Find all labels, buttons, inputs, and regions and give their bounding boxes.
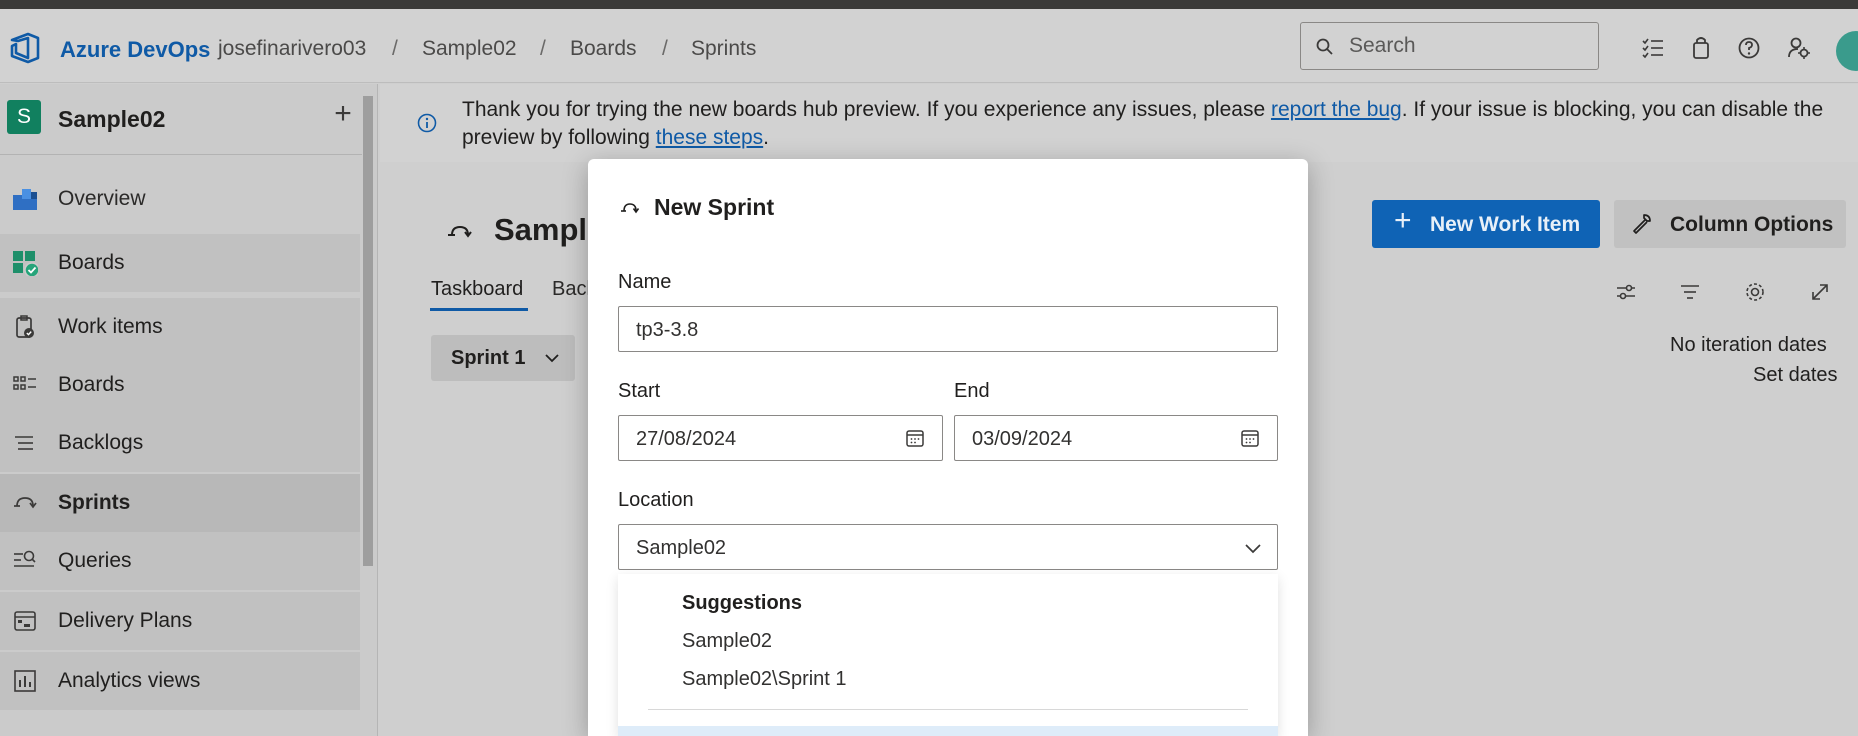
help-icon[interactable]	[1736, 35, 1762, 61]
new-sprint-dialog: New Sprint Name Start End Location Sugge…	[588, 159, 1308, 736]
user-settings-icon[interactable]	[1786, 35, 1812, 61]
sidebar-item-queries[interactable]: Queries	[0, 532, 360, 590]
breadcrumb-sprints[interactable]: Sprints	[691, 37, 756, 61]
sprint-picker[interactable]: Sprint 1	[431, 335, 575, 381]
sprint-picker-label: Sprint 1	[451, 347, 526, 369]
banner-message: Thank you for trying the new boards hub …	[462, 98, 1824, 149]
breadcrumb-organization[interactable]: josefinarivero03	[218, 37, 366, 61]
expand-icon[interactable]	[1808, 280, 1832, 304]
azure-devops-logo-icon[interactable]	[8, 31, 42, 65]
filter-icon[interactable]	[1678, 280, 1702, 304]
analytics-icon	[14, 670, 36, 692]
suggestion-option[interactable]: Sample02\Sprint 1	[682, 668, 847, 691]
location-combobox[interactable]	[618, 524, 1278, 570]
info-icon	[417, 113, 437, 133]
start-label: Start	[618, 380, 661, 402]
sidebar-item-label: Analytics views	[58, 669, 201, 692]
breadcrumb-project[interactable]: Sample02	[422, 37, 517, 61]
sidebar-item-label: Overview	[58, 187, 146, 210]
sliders-icon[interactable]	[1614, 280, 1638, 304]
sprints-icon	[14, 497, 37, 509]
location-input[interactable]	[636, 535, 1216, 561]
chevron-down-icon	[545, 354, 559, 363]
search-input[interactable]	[1349, 32, 1579, 60]
work-items-icon	[16, 315, 34, 338]
avatar[interactable]	[1836, 31, 1858, 71]
preview-banner: Thank you for trying the new boards hub …	[380, 84, 1858, 162]
end-date-field[interactable]	[954, 415, 1278, 461]
start-date-field[interactable]	[618, 415, 943, 461]
name-field[interactable]	[618, 306, 1278, 352]
sidebar-scrollbar-thumb[interactable]	[363, 96, 373, 566]
breadcrumb-separator: /	[392, 37, 398, 60]
top-bar: Azure DevOps josefinarivero03 / Sample02…	[0, 9, 1858, 83]
new-work-item-button[interactable]: + New Work Item	[1372, 200, 1600, 248]
task-list-icon[interactable]	[1640, 35, 1666, 61]
sprints-icon	[621, 203, 640, 214]
start-date-input[interactable]	[636, 426, 886, 452]
calendar-icon[interactable]	[905, 428, 925, 448]
add-icon[interactable]: +	[328, 99, 358, 130]
active-tab-indicator	[430, 308, 528, 311]
suggestion-option[interactable]: Sample02	[682, 630, 772, 653]
divider	[648, 709, 1248, 710]
new-work-item-label: New Work Item	[1430, 213, 1581, 236]
delivery-plans-icon	[14, 611, 36, 631]
tab-taskboard[interactable]: Taskboard	[431, 278, 523, 301]
window-top-strip	[0, 0, 1858, 9]
plus-icon: +	[1394, 204, 1412, 237]
wrench-icon	[1633, 214, 1651, 234]
dialog-title: New Sprint	[654, 194, 775, 220]
sidebar-item-overview[interactable]: Overview	[0, 170, 360, 228]
backlogs-icon	[15, 436, 33, 450]
boards-icon	[13, 376, 36, 390]
sidebar-item-backlogs[interactable]: Backlogs	[0, 414, 360, 472]
name-input[interactable]	[636, 317, 1256, 343]
breadcrumb-separator: /	[662, 37, 668, 60]
sidebar-item-analytics-views[interactable]: Analytics views	[0, 652, 360, 710]
sidebar-item-label: Queries	[58, 549, 132, 572]
end-label: End	[954, 380, 990, 402]
column-options-label: Column Options	[1670, 213, 1834, 236]
calendar-icon[interactable]	[1240, 428, 1260, 448]
brand-name[interactable]: Azure DevOps	[60, 37, 210, 63]
sidebar-item-work-items[interactable]: Work items	[0, 298, 360, 356]
report-bug-link[interactable]: report the bug	[1271, 98, 1402, 121]
these-steps-link[interactable]: these steps	[656, 126, 763, 149]
sidebar-item-boards[interactable]: Boards	[0, 356, 360, 414]
search-icon	[1316, 38, 1333, 55]
shopping-bag-icon[interactable]	[1688, 35, 1714, 61]
boards-hub-icon	[13, 251, 38, 276]
chevron-down-icon[interactable]	[1243, 538, 1263, 558]
divider	[0, 154, 362, 155]
sidebar-item-label: Sprints	[58, 491, 131, 514]
left-navigation: S Sample02 + Overview Boards Work items	[0, 84, 378, 736]
search-box[interactable]	[1300, 22, 1599, 70]
breadcrumb-boards[interactable]: Boards	[570, 37, 637, 61]
no-iteration-dates-text: No iteration dates	[1670, 334, 1827, 356]
highlighted-option[interactable]	[618, 726, 1278, 736]
location-label: Location	[618, 489, 694, 511]
sidebar-item-label: Delivery Plans	[58, 609, 193, 632]
suggestions-heading: Suggestions	[682, 592, 803, 614]
sidebar-item-label: Backlogs	[58, 431, 144, 454]
project-name[interactable]: Sample02	[58, 106, 165, 133]
sidebar-item-sprints[interactable]: Sprints	[0, 474, 360, 532]
sidebar-item-label: Boards	[58, 251, 125, 274]
sidebar-item-boards-hub[interactable]: Boards	[0, 234, 360, 292]
project-avatar[interactable]: S	[7, 100, 41, 134]
sidebar-item-label: Boards	[58, 373, 125, 396]
breadcrumb-separator: /	[540, 37, 546, 60]
overview-icon	[13, 189, 37, 210]
end-date-input[interactable]	[972, 426, 1222, 452]
sprints-icon	[448, 225, 472, 238]
name-label: Name	[618, 271, 672, 293]
queries-icon	[14, 550, 36, 567]
location-suggestions-dropdown: Suggestions Sample02 Sample02\Sprint 1	[618, 574, 1278, 736]
sidebar-item-label: Work items	[58, 315, 163, 338]
column-options-button[interactable]: Column Options	[1614, 200, 1846, 248]
sidebar-item-delivery-plans[interactable]: Delivery Plans	[0, 592, 360, 650]
gear-icon[interactable]	[1743, 280, 1767, 304]
set-dates-link[interactable]: Set dates	[1753, 364, 1838, 387]
